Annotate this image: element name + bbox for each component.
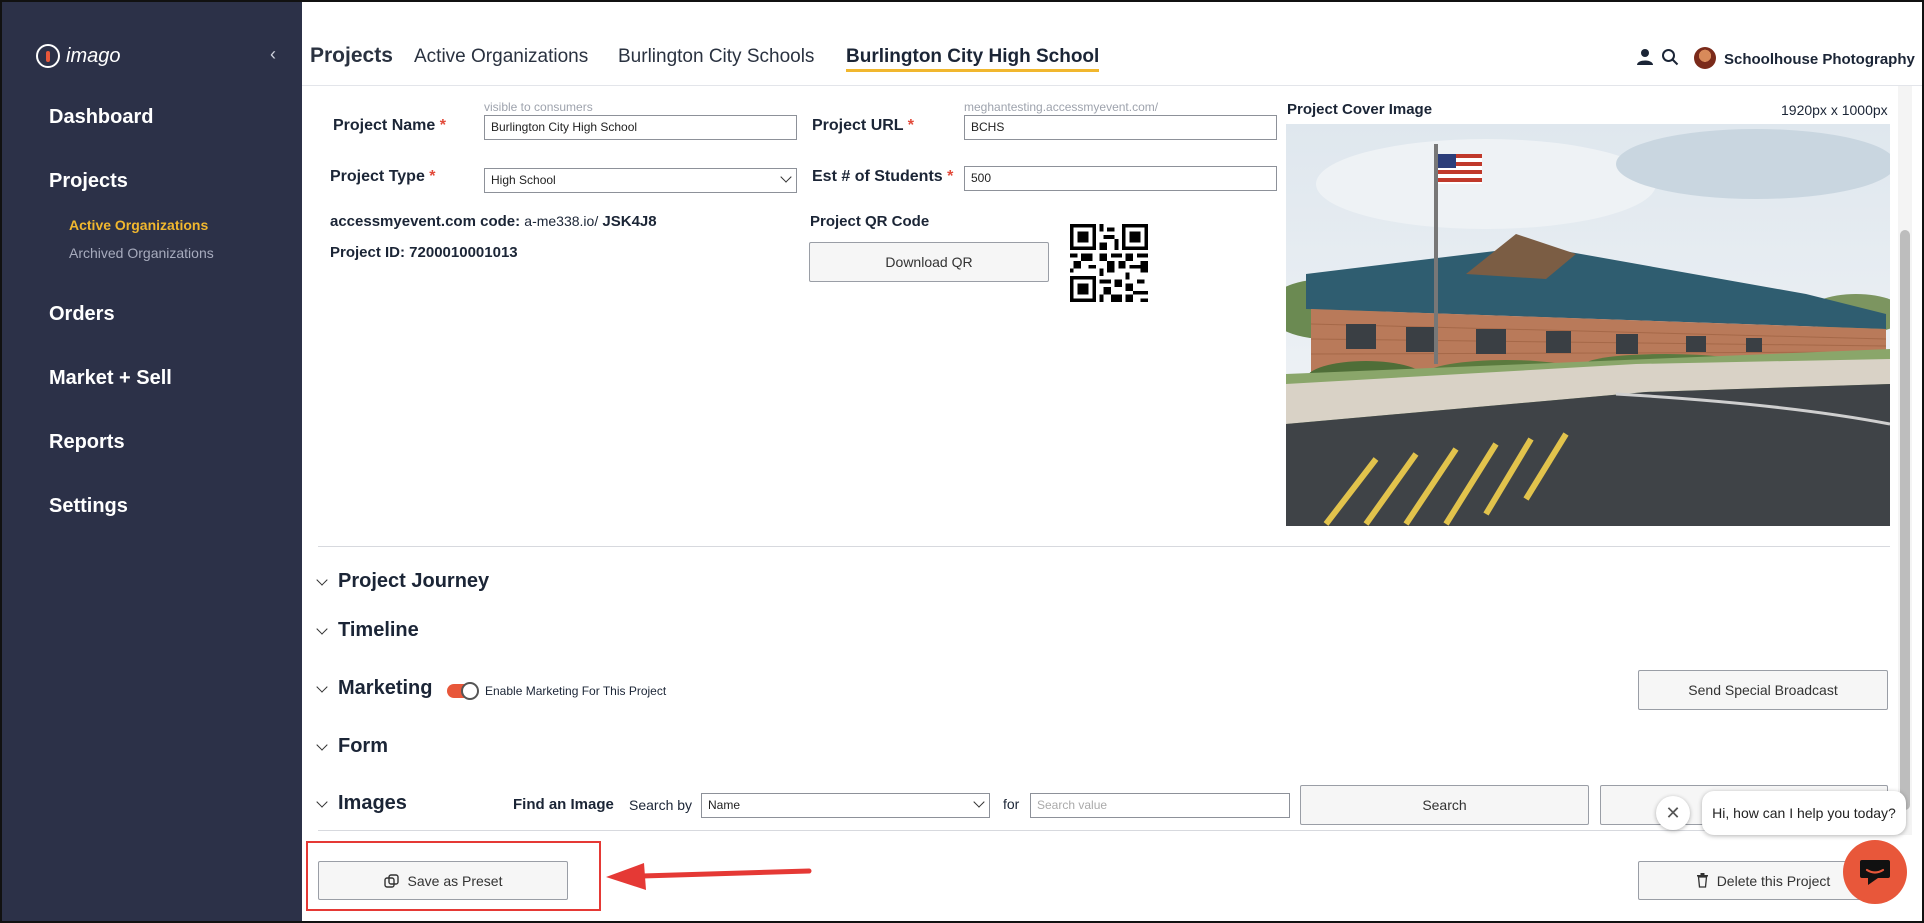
chevron-down-icon [316,680,328,693]
est-students-label: Est # of Students * [812,168,954,185]
avatar[interactable] [1694,47,1716,69]
annotation-highlight-box [306,841,601,911]
search-icon[interactable] [1661,48,1679,66]
sidebar-subitem-archived-organizations[interactable]: Archived Organizations [69,245,214,261]
section-form[interactable]: Form [316,735,388,758]
section-title: Marketing [338,677,433,699]
chat-greeting-bubble[interactable]: Hi, how can I help you today? [1702,791,1906,835]
section-marketing[interactable]: Marketing [316,677,433,700]
chevron-down-icon [316,738,328,751]
project-cover-image[interactable] [1286,124,1890,526]
search-value-input[interactable]: Search value [1030,793,1290,818]
access-code-row: accessmyevent.com code: a-me338.io/ JSK4… [330,213,657,230]
project-type-value: High School [491,173,556,187]
send-special-broadcast-button[interactable]: Send Special Broadcast [1638,670,1888,710]
qr-code-label: Project QR Code [810,213,930,230]
chat-close-icon[interactable]: ✕ [1656,796,1690,830]
footer-divider [318,830,1890,831]
collapse-sidebar-icon[interactable]: ‹ [270,44,276,65]
access-code-label: accessmyevent.com code: [330,213,521,230]
delete-project-label: Delete this Project [1716,872,1831,889]
section-project-journey[interactable]: Project Journey [316,570,490,593]
sidebar-subitem-active-organizations[interactable]: Active Organizations [69,217,208,233]
est-students-input[interactable]: 500 [964,166,1277,191]
imago-logo-icon [36,44,60,68]
for-label: for [1003,796,1020,812]
project-url-label-text: Project URL [812,117,904,134]
chevron-down-icon [316,573,328,586]
search-by-label: Search by [629,797,693,813]
access-code-prefix: a-me338.io/ [524,213,599,229]
project-type-select[interactable]: High School [484,168,797,193]
download-qr-label: Download QR [885,254,973,270]
image-search-label: Search [1422,797,1467,813]
chevron-down-icon [780,171,792,183]
chevron-down-icon [316,622,328,635]
marketing-toggle[interactable] [447,682,479,700]
project-url-hint: meghantesting.accessmyevent.com/ [964,100,1159,114]
section-timeline[interactable]: Timeline [316,619,419,642]
find-image-label: Find an Image [513,796,614,813]
project-type-label-text: Project Type [330,168,425,185]
annotation-arrow-icon [606,863,812,890]
project-url-label: Project URL * [812,117,914,134]
breadcrumb-active-organizations[interactable]: Active Organizations [414,46,588,68]
sidebar-item-dashboard[interactable]: Dashboard [49,106,153,129]
chevron-down-icon [316,795,328,808]
section-title: Images [338,792,407,814]
project-name-input[interactable]: Burlington City High School [484,115,797,140]
project-name-label: Project Name * [333,117,446,134]
scrollbar-thumb[interactable] [1900,230,1910,810]
chat-icon [1860,860,1890,885]
sidebar: imago ‹ Dashboard Projects Active Organi… [0,0,302,923]
imago-logo[interactable]: imago [36,44,120,68]
user-icon[interactable] [1636,48,1654,66]
section-title: Form [338,735,388,757]
company-name[interactable]: Schoolhouse Photography [1724,51,1915,68]
top-header [302,0,1924,86]
chat-launcher-button[interactable] [1843,840,1907,904]
image-search-button[interactable]: Search [1300,785,1589,825]
sidebar-item-settings[interactable]: Settings [49,495,128,518]
project-name-hint: visible to consumers [484,100,593,114]
download-qr-button[interactable]: Download QR [809,242,1049,282]
sidebar-item-orders[interactable]: Orders [49,303,115,326]
cover-image-size: 1920px x 1000px [1781,102,1888,118]
section-images[interactable]: Images [316,792,407,815]
send-special-broadcast-label: Send Special Broadcast [1688,682,1838,698]
toggle-knob [461,682,479,700]
sidebar-item-projects[interactable]: Projects [49,170,128,193]
trash-icon [1696,873,1708,888]
project-id: Project ID: 7200010001013 [330,244,518,261]
cover-image-label: Project Cover Image [1287,101,1433,118]
est-students-label-text: Est # of Students [812,168,943,185]
project-type-label: Project Type * [330,168,436,185]
section-title: Project Journey [338,570,490,592]
marketing-toggle-label: Enable Marketing For This Project [485,684,667,698]
search-by-value: Name [708,798,741,812]
qr-code-image [1070,224,1148,302]
search-by-select[interactable]: Name [701,793,990,818]
section-title: Timeline [338,619,419,641]
breadcrumb-burlington-city-schools[interactable]: Burlington City Schools [618,46,814,68]
project-name-label-text: Project Name [333,117,436,134]
sidebar-item-market-sell[interactable]: Market + Sell [49,367,172,390]
content-divider [318,546,1890,547]
access-code-value: JSK4J8 [602,213,657,230]
logo-text: imago [66,44,121,67]
breadcrumb-current-project[interactable]: Burlington City High School [846,46,1100,72]
sidebar-item-reports[interactable]: Reports [49,431,125,454]
chevron-down-icon [973,796,985,808]
breadcrumb-projects[interactable]: Projects [310,44,393,68]
project-url-input[interactable]: BCHS [964,115,1277,140]
